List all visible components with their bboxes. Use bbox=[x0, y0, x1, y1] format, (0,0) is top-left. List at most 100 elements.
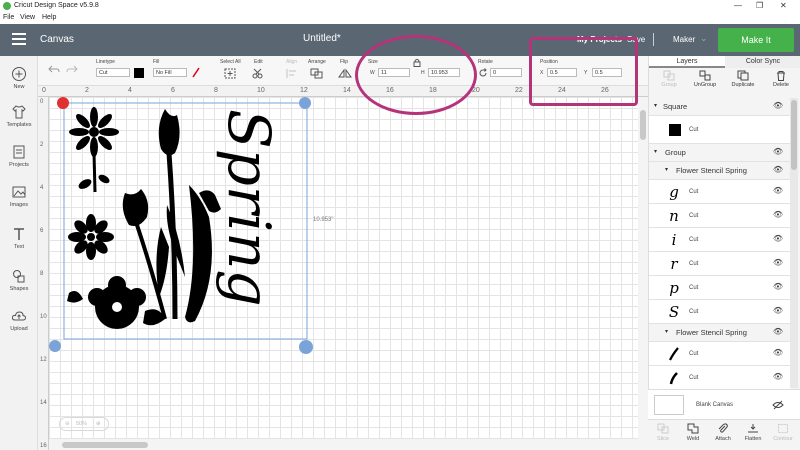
layer-row[interactable]: n Cut 👁 bbox=[649, 204, 791, 228]
eye-icon[interactable]: 👁 bbox=[773, 258, 783, 267]
rotate-handle-icon[interactable] bbox=[299, 97, 311, 109]
layer-group-flower-stencil-2[interactable]: ▾ Flower Stencil Spring 👁 bbox=[649, 324, 791, 342]
blank-canvas-swatch[interactable] bbox=[654, 395, 684, 415]
flatten-action[interactable]: Flatten bbox=[738, 423, 768, 442]
eye-icon[interactable]: 👁 bbox=[773, 186, 783, 195]
no-fill-slash-icon[interactable] bbox=[191, 67, 201, 78]
select-all-icon[interactable] bbox=[224, 68, 236, 79]
layer-group-square[interactable]: ▾ Square 👁 bbox=[649, 98, 791, 116]
eye-icon[interactable]: 👁 bbox=[773, 147, 783, 156]
tool-new[interactable]: New bbox=[0, 66, 38, 90]
eye-icon[interactable]: 👁 bbox=[773, 348, 783, 357]
action-label: Flatten bbox=[744, 436, 762, 442]
tab-color-sync[interactable]: Color Sync bbox=[725, 56, 800, 68]
layer-type: Cut bbox=[689, 127, 699, 133]
undo-icon[interactable] bbox=[48, 64, 60, 74]
tool-templates[interactable]: Templates bbox=[0, 104, 38, 128]
hamburger-menu-icon[interactable] bbox=[12, 33, 26, 45]
cloud-upload-icon bbox=[11, 311, 27, 321]
attach-action[interactable]: Attach bbox=[708, 423, 738, 442]
arrange-label: Arrange bbox=[308, 59, 326, 65]
eye-icon[interactable]: 👁 bbox=[773, 327, 783, 336]
make-it-button[interactable]: Make It bbox=[718, 28, 794, 52]
eye-icon[interactable]: 👁 bbox=[773, 306, 783, 315]
collapse-arrow-icon[interactable]: ▾ bbox=[665, 166, 668, 173]
weld-action[interactable]: Weld bbox=[678, 423, 708, 442]
zoom-in-icon[interactable]: ⊕ bbox=[96, 418, 101, 430]
layer-type: Cut bbox=[689, 351, 699, 357]
close-icon[interactable]: ✕ bbox=[780, 1, 787, 10]
project-title: Untitled* bbox=[303, 33, 341, 44]
linetype-color-swatch[interactable] bbox=[134, 68, 144, 78]
layer-row[interactable]: S Cut 👁 bbox=[649, 300, 791, 324]
lock-handle-icon[interactable] bbox=[49, 340, 61, 352]
tool-label: New bbox=[13, 84, 25, 90]
collapse-arrow-icon[interactable]: ▾ bbox=[665, 328, 668, 335]
menu-file[interactable]: File bbox=[3, 14, 14, 21]
design-canvas[interactable]: Spring 10.953" ⊖ 50% ⊕ bbox=[49, 97, 638, 439]
tab-layers[interactable]: Layers bbox=[649, 56, 725, 68]
chevron-down-icon[interactable]: ⌄ bbox=[700, 33, 708, 44]
layers-scroll-thumb[interactable] bbox=[791, 100, 797, 170]
canvas-vertical-scrollbar[interactable] bbox=[638, 97, 648, 450]
layer-type: Cut bbox=[689, 189, 699, 195]
canvas-vertical-scroll-thumb[interactable] bbox=[640, 110, 646, 140]
flip-icon[interactable] bbox=[338, 68, 352, 79]
text-icon bbox=[14, 228, 24, 240]
action-label: UnGroup bbox=[693, 82, 717, 88]
machine-select[interactable]: Maker bbox=[673, 35, 695, 44]
minimize-icon[interactable]: — bbox=[734, 1, 742, 10]
arrange-icon[interactable] bbox=[310, 68, 324, 79]
layer-row[interactable]: Cut bbox=[649, 116, 791, 144]
layer-row[interactable]: p Cut 👁 bbox=[649, 276, 791, 300]
layer-row[interactable]: Cut 👁 bbox=[649, 366, 791, 390]
fill-select[interactable]: No Fill bbox=[153, 68, 187, 77]
edit-scissors-icon[interactable] bbox=[252, 68, 266, 79]
layer-row[interactable]: Cut 👁 bbox=[649, 342, 791, 366]
delete-action[interactable]: Delete bbox=[763, 70, 799, 88]
action-label: Weld bbox=[686, 436, 700, 442]
action-label: Group bbox=[661, 82, 677, 88]
app-logo-icon bbox=[3, 2, 11, 10]
left-toolbar: New Templates Projects Images Text Shape… bbox=[0, 56, 38, 450]
tool-images[interactable]: Images bbox=[0, 184, 38, 208]
layer-group-group[interactable]: ▾ Group 👁 bbox=[649, 144, 791, 162]
tool-upload[interactable]: Upload bbox=[0, 308, 38, 332]
action-label: Delete bbox=[773, 82, 789, 88]
tool-label: Templates bbox=[6, 122, 32, 128]
blank-canvas-row[interactable]: Blank Canvas bbox=[648, 389, 800, 419]
tool-projects[interactable]: Projects bbox=[0, 144, 38, 168]
menu-view[interactable]: View bbox=[20, 14, 35, 21]
collapse-arrow-icon[interactable]: ▾ bbox=[654, 148, 657, 155]
menu-help[interactable]: Help bbox=[42, 14, 56, 21]
layer-name: Group bbox=[665, 148, 686, 157]
layer-group-flower-stencil[interactable]: ▾ Flower Stencil Spring 👁 bbox=[649, 162, 791, 180]
delete-handle-icon[interactable] bbox=[57, 97, 69, 109]
linetype-select[interactable]: Cut bbox=[96, 68, 130, 77]
resize-handle-icon[interactable] bbox=[299, 340, 313, 354]
ruler-tick-label: 4 bbox=[128, 87, 132, 94]
eye-icon[interactable]: 👁 bbox=[773, 372, 783, 381]
rotate-input[interactable]: 0 bbox=[490, 68, 522, 77]
eye-icon[interactable]: 👁 bbox=[773, 282, 783, 291]
header-divider bbox=[653, 33, 654, 46]
zoom-control[interactable]: ⊖ 50% ⊕ bbox=[59, 417, 109, 431]
eye-icon[interactable]: 👁 bbox=[773, 210, 783, 219]
tool-shapes[interactable]: Shapes bbox=[0, 268, 38, 292]
eye-hidden-icon[interactable] bbox=[772, 400, 784, 410]
canvas-horizontal-scroll-thumb[interactable] bbox=[62, 442, 148, 448]
tool-text[interactable]: Text bbox=[0, 226, 38, 250]
eye-icon[interactable]: 👁 bbox=[773, 101, 783, 110]
eye-icon[interactable]: 👁 bbox=[773, 165, 783, 174]
zoom-out-icon[interactable]: ⊖ bbox=[65, 418, 70, 430]
layer-row[interactable]: g Cut 👁 bbox=[649, 180, 791, 204]
maximize-icon[interactable]: ❐ bbox=[756, 1, 763, 10]
layer-row[interactable]: r Cut 👁 bbox=[649, 252, 791, 276]
vertical-ruler: 0 2 4 6 8 10 12 14 16 bbox=[38, 97, 49, 450]
duplicate-action[interactable]: Duplicate bbox=[725, 70, 761, 88]
eye-icon[interactable]: 👁 bbox=[773, 234, 783, 243]
redo-icon[interactable] bbox=[66, 64, 78, 74]
layer-row[interactable]: i Cut 👁 bbox=[649, 228, 791, 252]
ungroup-action[interactable]: UnGroup bbox=[687, 70, 723, 88]
collapse-arrow-icon[interactable]: ▾ bbox=[654, 102, 657, 109]
